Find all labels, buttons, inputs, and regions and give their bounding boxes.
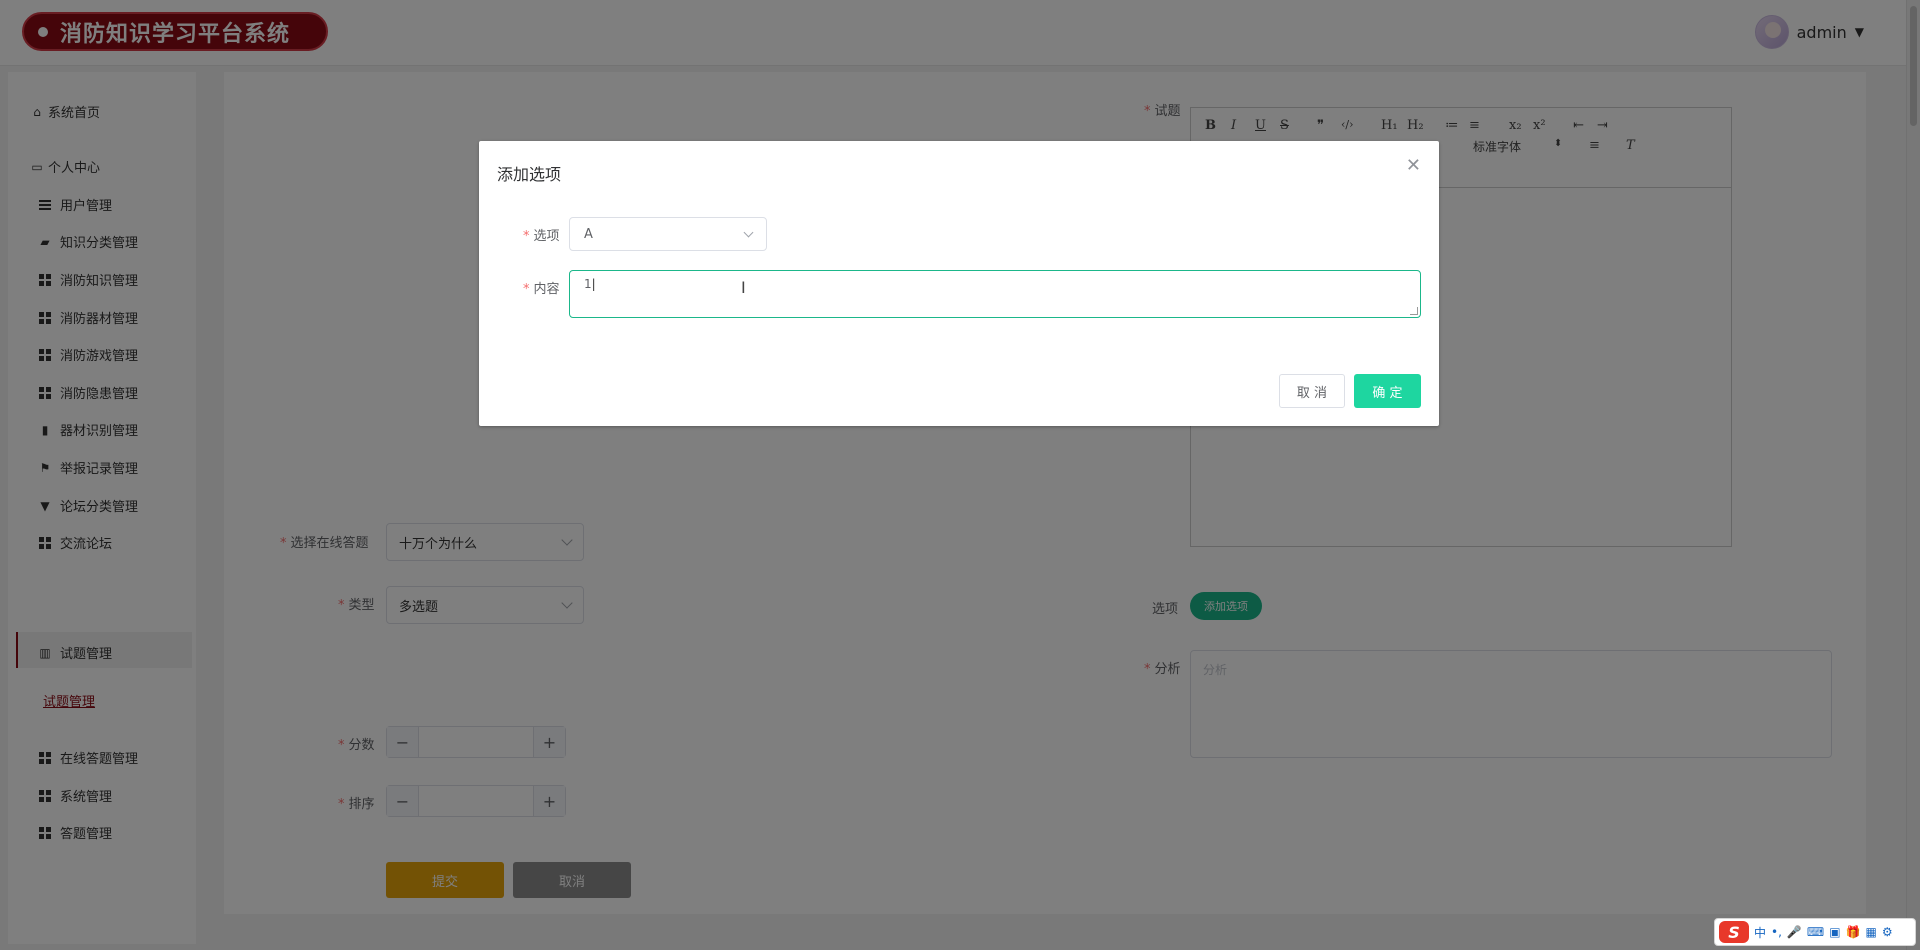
skin-icon[interactable]: ▣: [1829, 925, 1840, 939]
dialog-confirm-button[interactable]: 确 定: [1354, 374, 1421, 408]
toolbox-icon[interactable]: ▦: [1866, 925, 1877, 939]
resize-handle-icon[interactable]: [1410, 307, 1418, 315]
ime-toolbar[interactable]: S 中 •, 🎤 ⌨ ▣ 🎁 ▦ ⚙: [1714, 918, 1916, 946]
gift-icon[interactable]: 🎁: [1846, 925, 1861, 939]
punctuation-icon[interactable]: •,: [1771, 925, 1782, 939]
dialog-content-label: * 内容: [523, 282, 560, 297]
dialog-content-textarea[interactable]: 1|: [569, 270, 1421, 318]
add-option-dialog: 添加选项 ✕ * 选项 A * 内容 1| I 取 消 确 定: [479, 141, 1439, 426]
dialog-option-label: * 选项: [523, 229, 560, 244]
game-icon[interactable]: ⚙: [1882, 925, 1893, 939]
sogou-logo-icon[interactable]: S: [1719, 921, 1749, 943]
dialog-title: 添加选项: [497, 165, 562, 184]
chevron-down-icon: [743, 227, 754, 237]
keyboard-icon[interactable]: ⌨: [1807, 925, 1824, 939]
microphone-icon[interactable]: 🎤: [1787, 925, 1802, 939]
close-icon[interactable]: ✕: [1406, 157, 1421, 175]
dialog-option-select[interactable]: A: [569, 217, 767, 251]
text-cursor-icon: I: [741, 278, 746, 297]
dialog-cancel-button[interactable]: 取 消: [1279, 374, 1345, 408]
ime-language-toggle[interactable]: 中: [1754, 924, 1766, 941]
